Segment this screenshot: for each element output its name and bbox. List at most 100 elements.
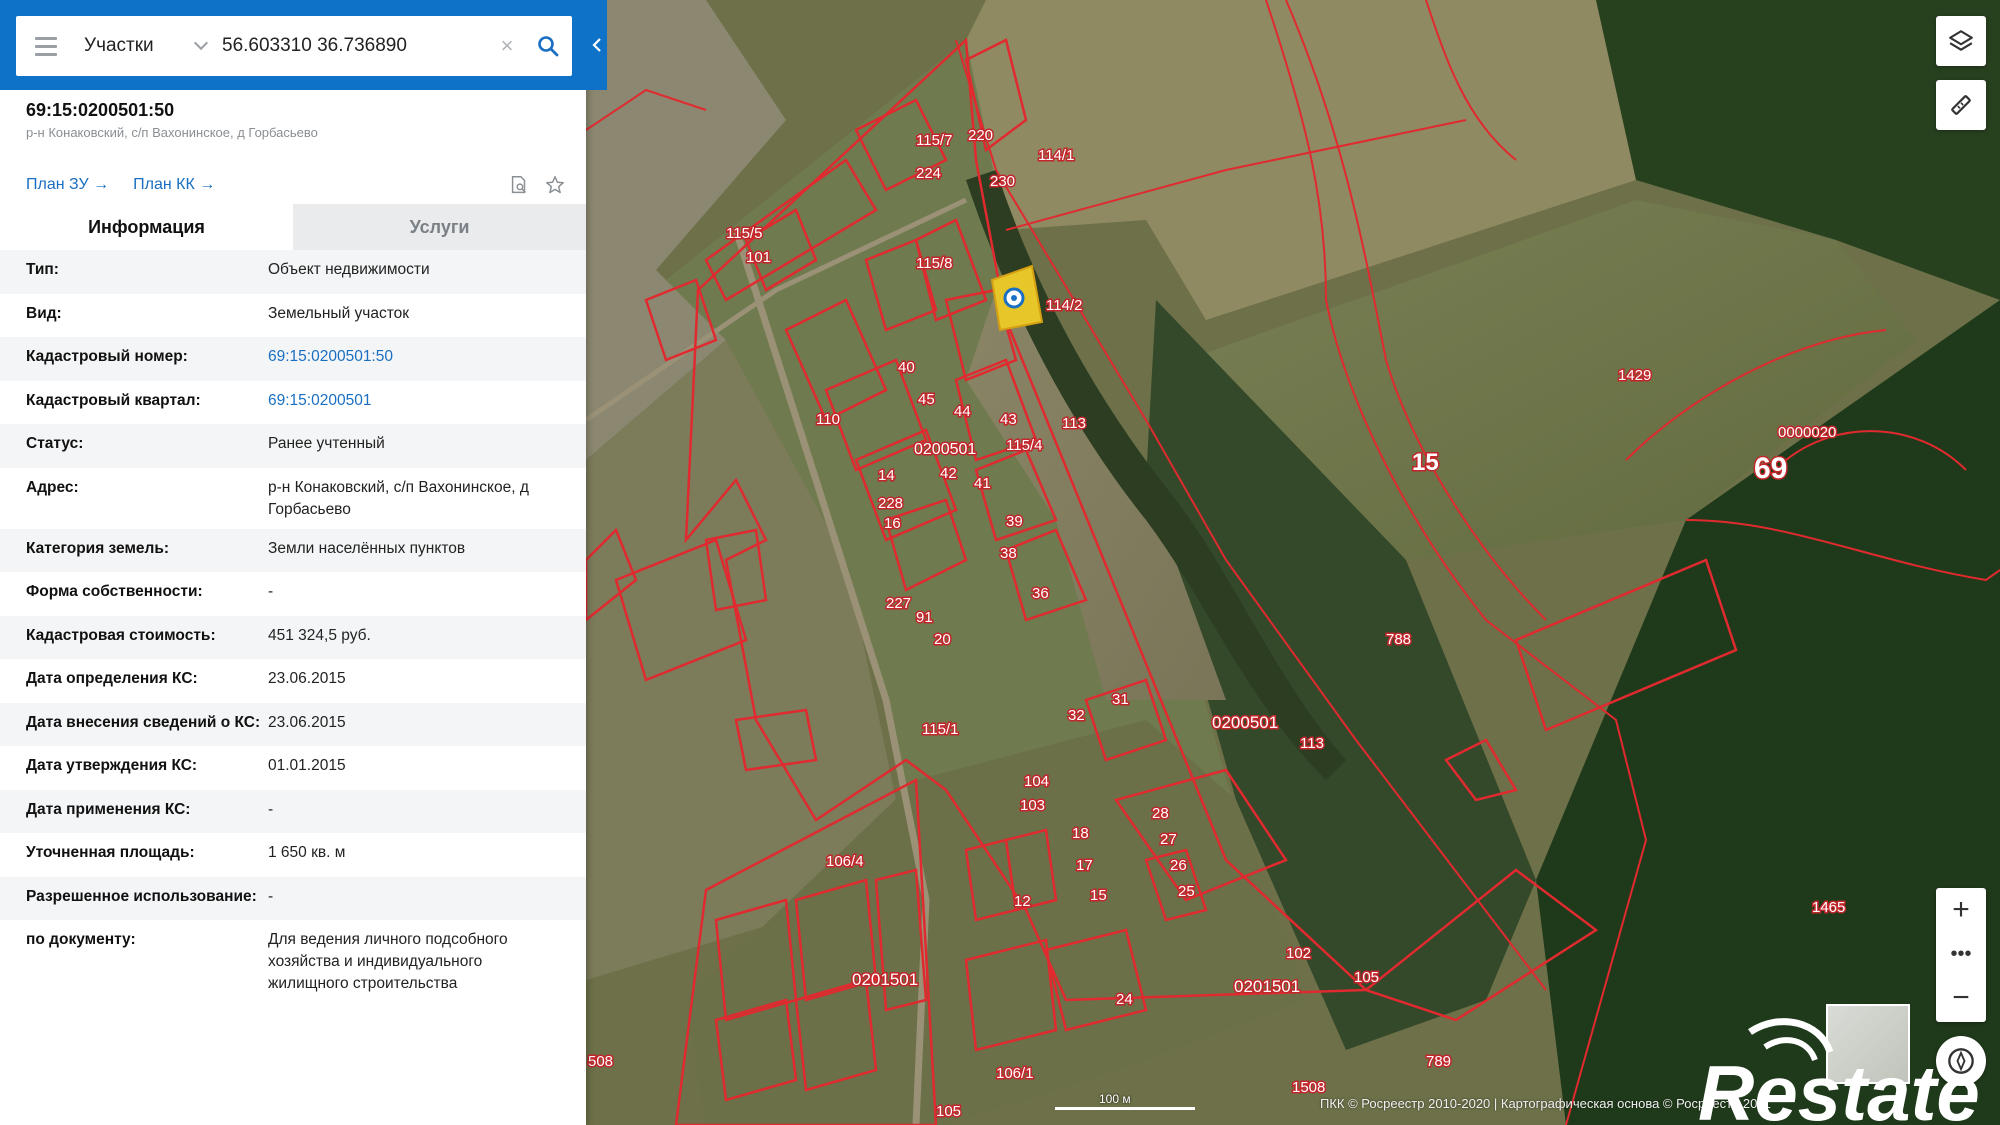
info-key: Статус: xyxy=(26,435,84,452)
map-label: 0200501 xyxy=(1212,713,1278,732)
ruler-icon xyxy=(1951,95,1971,115)
info-row-cadastral-value: Кадастровая стоимость: 451 324,5 руб. xyxy=(0,615,586,659)
info-value: Земельный участок xyxy=(268,304,410,322)
collapse-panel-button[interactable] xyxy=(586,28,607,62)
info-key: Дата определения КС: xyxy=(26,670,198,687)
map-label: 31 xyxy=(1112,691,1129,708)
info-value: 01.01.2015 xyxy=(268,757,346,774)
map-label: 105 xyxy=(936,1103,961,1120)
info-row-type: Тип: Объект недвижимости xyxy=(0,250,586,294)
map-label: 0200501 xyxy=(914,441,976,458)
map-label: 44 xyxy=(954,403,971,420)
minus-icon: − xyxy=(1952,981,1970,1014)
restate-watermark: Restate xyxy=(1698,1018,1980,1125)
layers-icon xyxy=(1949,30,1973,51)
cadastral-quarter-link[interactable]: 69:15:0200501 xyxy=(268,390,568,417)
info-value: Земли населённых пунктов xyxy=(268,539,466,557)
map-label: 102 xyxy=(1286,945,1311,962)
tab-services[interactable]: Услуги xyxy=(293,204,586,250)
info-key: Дата утверждения КС: xyxy=(26,757,198,774)
map-label: 789 xyxy=(1426,1053,1451,1070)
plan-zu-link[interactable]: План ЗУ → xyxy=(26,176,109,194)
map-label: 110 xyxy=(816,411,840,428)
map-label: 42 xyxy=(940,465,957,482)
map-label: 43 xyxy=(1000,411,1017,428)
map-label: 115/5 xyxy=(726,225,762,242)
map-label: 230 xyxy=(990,173,1015,190)
info-row-cadastral-quarter: Кадастровый квартал: 69:15:0200501 xyxy=(0,381,586,425)
layers-button[interactable] xyxy=(1936,16,1986,66)
plan-kk-link[interactable]: План КК → xyxy=(133,176,215,194)
info-key: Кадастровый номер: xyxy=(26,348,188,365)
map-label: 26 xyxy=(1170,857,1187,874)
tab-bar: Информация Услуги xyxy=(0,204,586,250)
map-label: 38 xyxy=(1000,545,1017,562)
zoom-in-button[interactable]: + xyxy=(1936,888,1986,932)
map-label: 18 xyxy=(1072,825,1089,842)
more-icon: ••• xyxy=(1950,942,1972,965)
info-panel: 69:15:0200501:50 р-н Конаковский, с/п Ва… xyxy=(0,0,586,1125)
map-label: 15 xyxy=(1090,887,1107,904)
info-key: по документу: xyxy=(26,931,136,948)
info-row-land-category: Категория земель: Земли населённых пункто… xyxy=(0,528,586,572)
info-key: Кадастровый квартал: xyxy=(26,391,201,409)
map-label: 24 xyxy=(1116,991,1133,1008)
info-value: Ранее учтенный xyxy=(268,435,385,452)
info-row-permitted-use: Разрешенное использование: - xyxy=(0,876,586,920)
map-label: 28 xyxy=(1152,805,1169,822)
search-icon xyxy=(538,36,559,57)
map-label: 227 xyxy=(886,595,911,612)
star-icon[interactable] xyxy=(544,174,566,196)
info-row-ks-applied: Дата применения КС: - xyxy=(0,789,586,833)
map-label: 91 xyxy=(916,609,933,626)
map-label: 0201501 xyxy=(852,970,918,989)
scale-bar: 100 м xyxy=(1055,1092,1195,1112)
info-key: Кадастровая стоимость: xyxy=(26,626,216,644)
info-value: 23.06.2015 xyxy=(268,670,346,687)
info-key: Вид: xyxy=(26,304,62,322)
info-key: Уточненная площадь: xyxy=(26,844,195,861)
svg-text:Restate: Restate xyxy=(1698,1049,1980,1125)
map-label: 220 xyxy=(968,127,993,144)
satellite-map[interactable]: 1429 0000020 15 69 788 0200501 0200501 1… xyxy=(586,0,2000,1125)
info-value: - xyxy=(268,887,274,905)
info-row-ks-approved: Дата утверждения КС: 01.01.2015 xyxy=(0,746,586,790)
map-view[interactable]: 1429 0000020 15 69 788 0200501 0200501 1… xyxy=(586,0,2000,1125)
map-label: 115/4 xyxy=(1006,437,1042,454)
menu-icon[interactable] xyxy=(16,16,76,76)
map-label: 36 xyxy=(1032,585,1049,602)
info-key: Разрешенное использование: xyxy=(26,887,257,905)
search-button[interactable] xyxy=(524,16,572,76)
map-label: 115/1 xyxy=(922,721,958,738)
info-value: 1 650 кв. м xyxy=(268,844,346,861)
map-label: 1429 xyxy=(1618,367,1651,384)
info-key: Категория земель: xyxy=(26,539,170,557)
map-label: 115/8 xyxy=(916,255,952,272)
close-icon[interactable]: × xyxy=(490,16,524,76)
measure-button[interactable] xyxy=(1936,80,1986,130)
cadastral-number-link[interactable]: 69:15:0200501:50 xyxy=(268,346,568,373)
object-header: 69:15:0200501:50 р-н Конаковский, с/п Ва… xyxy=(26,100,318,140)
map-label: 113 xyxy=(1062,415,1086,432)
search-header: Участки × xyxy=(0,0,607,90)
map-label: 41 xyxy=(974,475,991,492)
map-label: 103 xyxy=(1020,797,1045,814)
info-table: Тип: Объект недвижимости Вид: Земельный уч… xyxy=(0,250,586,1003)
layer-select[interactable]: Участки xyxy=(76,16,216,76)
info-key: Форма собственности: xyxy=(26,583,203,600)
document-search-icon[interactable] xyxy=(508,174,530,196)
info-row-ks-determined: Дата определения КС: 23.06.2015 xyxy=(0,659,586,703)
object-title: 69:15:0200501:50 xyxy=(26,100,175,120)
map-label: 114/2 xyxy=(1046,297,1082,314)
info-row-area: Уточненная площадь: 1 650 кв. м xyxy=(0,833,586,877)
map-label: 224 xyxy=(916,165,941,182)
info-value: 451 324,5 руб. xyxy=(268,626,371,644)
map-label: 40 xyxy=(898,359,915,376)
info-value: Объект недвижимости xyxy=(268,261,430,278)
tab-information[interactable]: Информация xyxy=(0,204,293,250)
more-button[interactable]: ••• xyxy=(1936,932,1986,976)
search-input[interactable] xyxy=(216,16,490,76)
map-label: 113 xyxy=(1300,735,1324,752)
map-label: 45 xyxy=(918,391,935,408)
info-key: Тип: xyxy=(26,261,59,278)
